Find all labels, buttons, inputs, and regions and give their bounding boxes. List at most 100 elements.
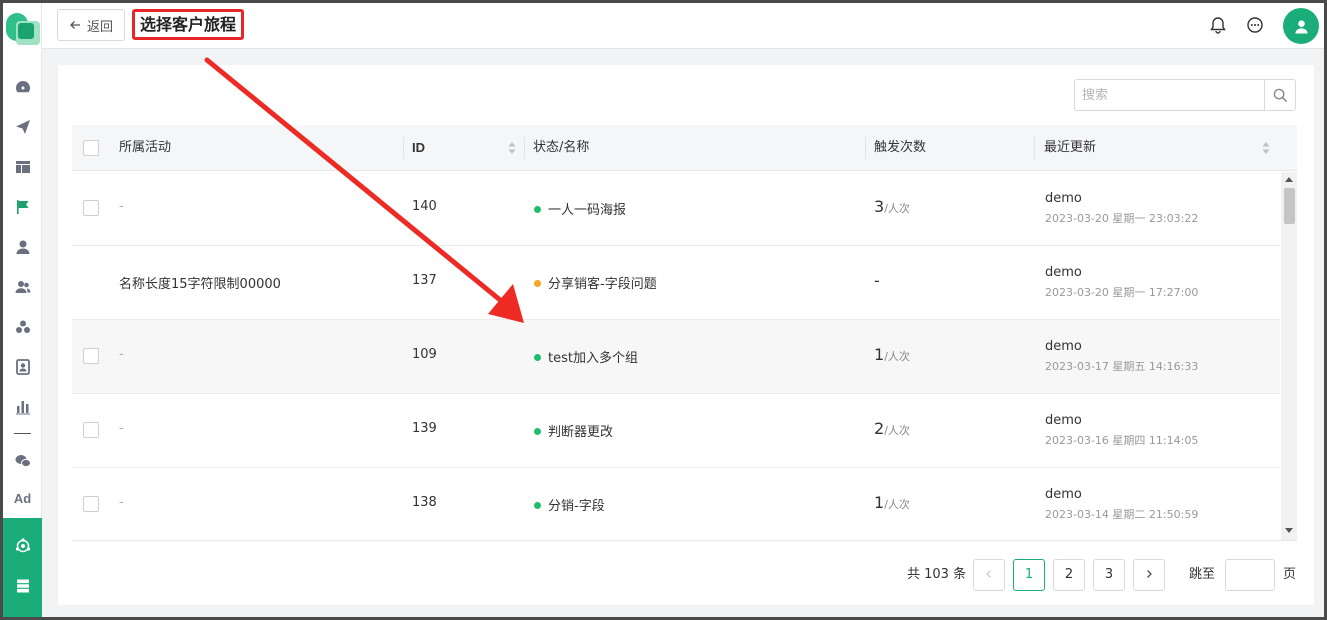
table-header: 所属活动 ID 状态/名称 触发次数 最近更新 bbox=[72, 125, 1297, 171]
journey-table: 所属活动 ID 状态/名称 触发次数 最近更新 - 140 一人一码海报 3/人次 de… bbox=[72, 125, 1297, 541]
cell-status-name[interactable]: 分销-字段 bbox=[534, 495, 605, 514]
status-dot bbox=[534, 502, 541, 509]
trigger-count-unit: /人次 bbox=[884, 202, 910, 215]
cell-updated: demo 2023-03-20 星期一 23:03:22 bbox=[1045, 191, 1198, 226]
trigger-count-value: 3 bbox=[874, 197, 885, 216]
top-header: 返回 选择客户旅程 bbox=[42, 3, 1324, 49]
column-updated[interactable]: 最近更新 bbox=[1044, 125, 1096, 171]
search-button[interactable] bbox=[1264, 80, 1295, 110]
updated-by: demo bbox=[1045, 339, 1082, 354]
ad-icon[interactable]: Ad bbox=[3, 478, 42, 518]
wechat-icon[interactable] bbox=[3, 444, 42, 478]
status-dot bbox=[534, 354, 541, 361]
cell-updated: demo 2023-03-16 星期四 11:14:05 bbox=[1045, 413, 1198, 448]
updated-time: 2023-03-17 星期五 14:16:33 bbox=[1045, 360, 1199, 373]
scroll-down-icon[interactable] bbox=[1285, 528, 1293, 533]
bar-chart-icon[interactable] bbox=[3, 387, 42, 427]
table-row[interactable]: - 109 test加入多个组 1/人次 demo 2023-03-17 星期五 14:1… bbox=[72, 320, 1280, 394]
cell-activity: - bbox=[119, 421, 124, 436]
app-logo[interactable] bbox=[6, 11, 42, 51]
app-frame: Ad 返回 选择客户旅程 搜索 所属活动 ID 状态/名称 触发次数 最近更新 … bbox=[3, 3, 1324, 617]
scroll-up-icon[interactable] bbox=[1285, 177, 1293, 182]
prev-page-button[interactable] bbox=[973, 559, 1005, 591]
page-button[interactable]: 3 bbox=[1093, 559, 1125, 591]
row-checkbox[interactable] bbox=[83, 422, 99, 438]
sidebar-active-section bbox=[3, 518, 42, 617]
trigger-count-unit: /人次 bbox=[884, 498, 910, 511]
column-id[interactable]: ID bbox=[412, 125, 425, 171]
back-button-label: 返回 bbox=[86, 19, 113, 35]
table-row[interactable]: - 139 判断器更改 2/人次 demo 2023-03-16 星期四 11:14:05 bbox=[72, 394, 1280, 468]
cell-status-name[interactable]: test加入多个组 bbox=[534, 347, 638, 366]
table-body: - 140 一人一码海报 3/人次 demo 2023-03-20 星期一 23:03:2… bbox=[72, 172, 1280, 540]
cell-activity: - bbox=[119, 495, 124, 510]
status-dot bbox=[534, 206, 541, 213]
table-row[interactable]: - 138 分销-字段 1/人次 demo 2023-03-14 星期二 21:50:59 bbox=[72, 468, 1280, 540]
page-button[interactable]: 2 bbox=[1053, 559, 1085, 591]
dashboard-icon[interactable] bbox=[3, 67, 42, 107]
cell-id: 139 bbox=[412, 421, 437, 436]
table-scrollbar[interactable] bbox=[1281, 172, 1297, 540]
journey-network-icon[interactable] bbox=[3, 526, 42, 566]
table-row[interactable]: - 140 一人一码海报 3/人次 demo 2023-03-20 星期一 23:03:2… bbox=[72, 172, 1280, 246]
cell-id: 138 bbox=[412, 495, 437, 510]
back-button[interactable]: 返回 bbox=[57, 9, 125, 41]
arrow-left-icon bbox=[70, 21, 80, 29]
pagination-total: 共 103 条 bbox=[907, 567, 967, 582]
send-icon[interactable] bbox=[3, 107, 42, 147]
cell-status-name[interactable]: 一人一码海报 bbox=[534, 199, 626, 218]
cell-id: 140 bbox=[412, 199, 437, 214]
chat-icon[interactable] bbox=[1246, 16, 1264, 34]
row-checkbox[interactable] bbox=[83, 496, 99, 512]
cell-status-name[interactable]: 判断器更改 bbox=[534, 421, 613, 440]
page-button[interactable]: 1 bbox=[1013, 559, 1045, 591]
server-list-icon[interactable] bbox=[3, 566, 42, 606]
cell-updated: demo 2023-03-14 星期二 21:50:59 bbox=[1045, 487, 1198, 522]
trigger-count-value: 1 bbox=[874, 345, 885, 364]
select-all-checkbox[interactable] bbox=[83, 140, 99, 156]
cell-updated: demo 2023-03-20 星期一 17:27:00 bbox=[1045, 265, 1198, 300]
column-divider bbox=[1034, 137, 1035, 159]
chevron-left-icon bbox=[986, 570, 991, 578]
flag-icon[interactable] bbox=[3, 187, 42, 227]
user-avatar-icon bbox=[1294, 19, 1308, 34]
updated-time: 2023-03-16 星期四 11:14:05 bbox=[1045, 434, 1199, 447]
layout-icon[interactable] bbox=[3, 147, 42, 187]
search-input[interactable] bbox=[1075, 80, 1264, 110]
row-checkbox[interactable] bbox=[83, 348, 99, 364]
page-suffix-label: 页 bbox=[1283, 567, 1297, 582]
cluster-icon[interactable] bbox=[3, 307, 42, 347]
scrollbar-thumb[interactable] bbox=[1284, 188, 1295, 224]
bell-icon[interactable] bbox=[1209, 16, 1227, 34]
avatar[interactable] bbox=[1283, 8, 1319, 44]
journey-name: test加入多个组 bbox=[548, 351, 638, 366]
search-box bbox=[1074, 79, 1296, 111]
status-dot bbox=[534, 428, 541, 435]
next-page-button[interactable] bbox=[1133, 559, 1165, 591]
chevron-right-icon bbox=[1147, 570, 1152, 578]
cell-activity: 名称长度15字符限制00000 bbox=[119, 277, 281, 292]
trigger-count-value: 1 bbox=[874, 493, 885, 512]
jump-page-input[interactable] bbox=[1225, 559, 1275, 591]
trigger-count-unit: /人次 bbox=[884, 350, 910, 363]
user-group-icon[interactable] bbox=[3, 267, 42, 307]
table-row[interactable]: 名称长度15字符限制00000 137 分享销客-字段问题 - demo 2023-03-… bbox=[72, 246, 1280, 320]
cell-trigger-count: 3/人次 bbox=[874, 197, 910, 216]
column-divider bbox=[403, 137, 404, 159]
cell-trigger-count: 1/人次 bbox=[874, 493, 910, 512]
updated-by: demo bbox=[1045, 265, 1082, 280]
updated-time: 2023-03-14 星期二 21:50:59 bbox=[1045, 508, 1199, 521]
cell-updated: demo 2023-03-17 星期五 14:16:33 bbox=[1045, 339, 1198, 374]
cell-status-name[interactable]: 分享销客-字段问题 bbox=[534, 273, 657, 292]
sidebar-divider bbox=[14, 433, 31, 434]
sort-icon[interactable] bbox=[1262, 141, 1270, 155]
updated-by: demo bbox=[1045, 191, 1082, 206]
contact-card-icon[interactable] bbox=[3, 347, 42, 387]
sort-icon[interactable] bbox=[508, 141, 516, 155]
user-icon[interactable] bbox=[3, 227, 42, 267]
journey-name: 分销-字段 bbox=[548, 499, 605, 514]
sidebar: Ad bbox=[3, 3, 42, 617]
row-checkbox[interactable] bbox=[83, 200, 99, 216]
trigger-count-unit: /人次 bbox=[884, 424, 910, 437]
journey-name: 一人一码海报 bbox=[548, 203, 627, 218]
